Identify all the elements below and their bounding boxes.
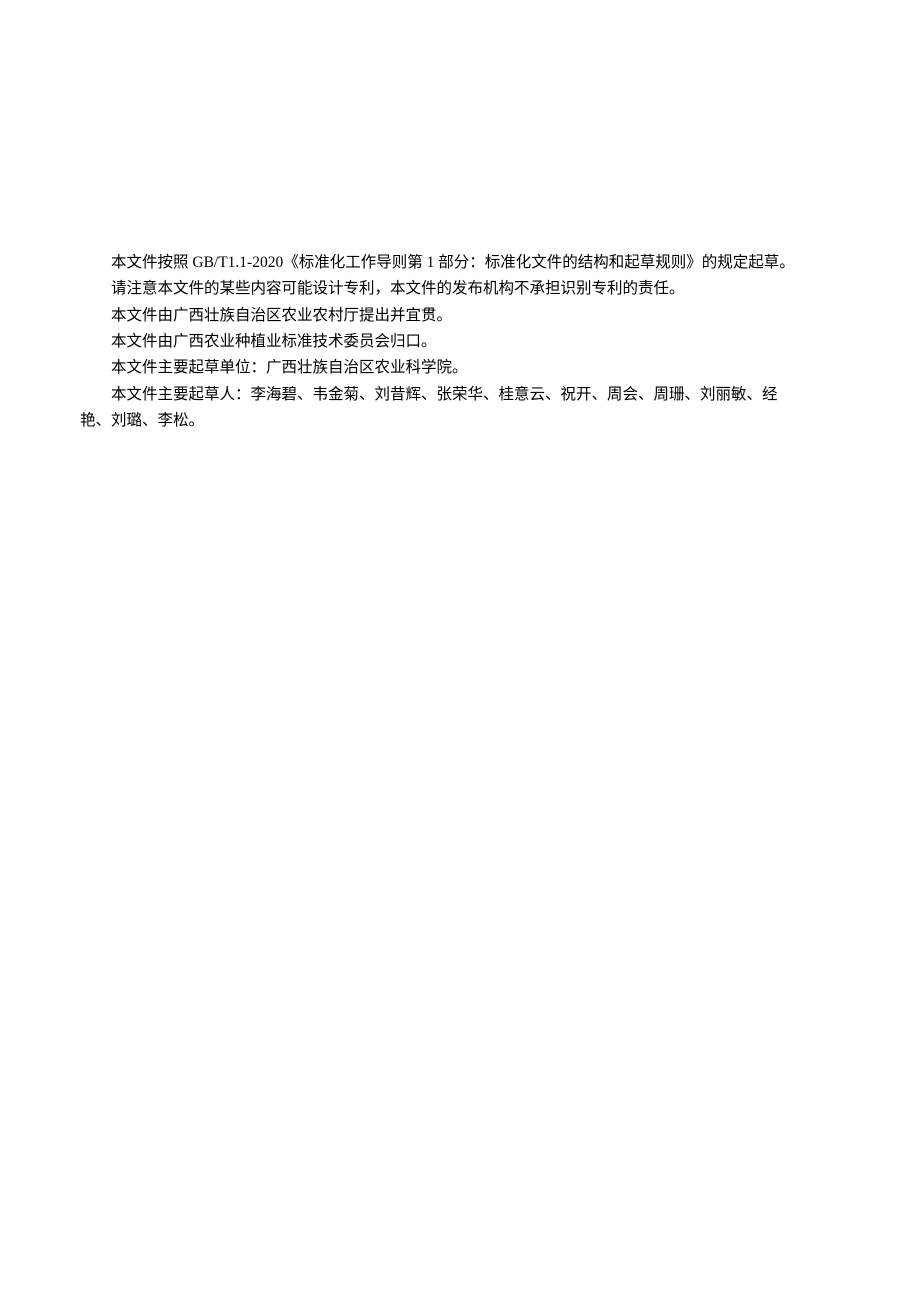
paragraph-proposing-org: 本文件由广西壮族自治区农业农村厅提出并宜贯。 bbox=[80, 303, 840, 329]
paragraph-drafting-unit: 本文件主要起草单位：广西壮族自治区农业科学院。 bbox=[80, 355, 840, 381]
document-body: 本文件按照 GB/T1.1-2020《标准化工作导则第 1 部分：标准化文件的结… bbox=[80, 250, 840, 434]
paragraph-drafters-line2: 艳、刘璐、李松。 bbox=[80, 408, 840, 434]
paragraph-technical-committee: 本文件由广西农业种植业标准技术委员会归口。 bbox=[80, 329, 840, 355]
paragraph-patent-notice: 请注意本文件的某些内容可能设计专利，本文件的发布机构不承担识别专利的责任。 bbox=[80, 276, 840, 302]
paragraph-drafters-line1: 本文件主要起草人：李海碧、韦金菊、刘昔辉、张荣华、桂意云、祝开、周会、周珊、刘丽… bbox=[80, 382, 840, 408]
paragraph-standard-basis: 本文件按照 GB/T1.1-2020《标准化工作导则第 1 部分：标准化文件的结… bbox=[80, 250, 840, 276]
